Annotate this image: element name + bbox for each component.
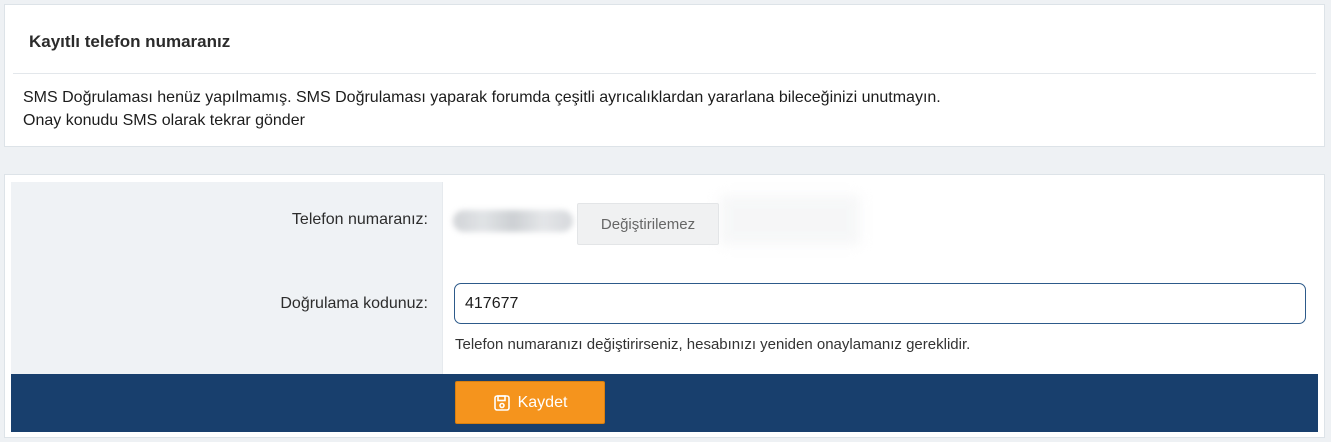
phone-label: Telefon numaranız: [291, 211, 428, 228]
verification-code-label: Doğrulama kodunuz: [280, 295, 428, 312]
phone-change-hint: Telefon numaranızı değiştirirseniz, hesa… [455, 336, 971, 353]
save-button[interactable]: Kaydet [455, 381, 605, 424]
phone-locked-button[interactable]: Değiştirilemez [577, 203, 719, 245]
verification-code-input[interactable] [454, 283, 1306, 324]
phone-number-blurred [453, 210, 573, 232]
resend-sms-link[interactable]: Onay konudu SMS olarak tekrar gönder [23, 112, 305, 130]
save-button-label: Kaydet [517, 393, 568, 411]
sms-verification-notice: Kayıtlı telefon numaranız SMS Doğrulamas… [4, 4, 1325, 147]
form-footer: Kaydet [11, 374, 1318, 432]
notice-title: Kayıtlı telefon numaranız [29, 32, 231, 51]
blurred-area [720, 195, 860, 245]
save-icon [493, 394, 511, 412]
divider [442, 182, 443, 374]
divider [13, 73, 1316, 74]
notice-message: SMS Doğrulaması henüz yapılmamış. SMS Do… [23, 89, 941, 106]
phone-verification-form: Telefon numaranız: Değiştirilemez Doğrul… [4, 174, 1325, 438]
